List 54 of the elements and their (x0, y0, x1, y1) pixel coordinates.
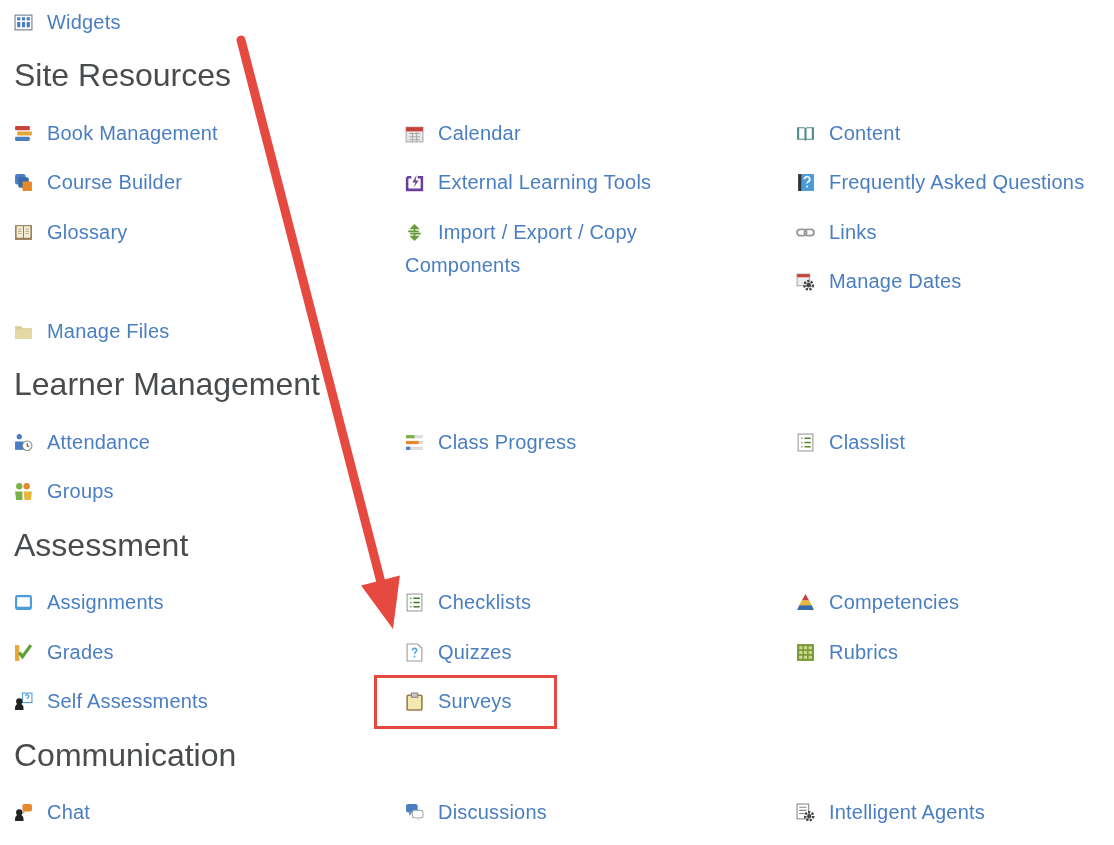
section-heading: Assessment (14, 525, 190, 565)
tool-link[interactable]: Links (796, 215, 877, 249)
tool-link[interactable]: Widgets (14, 5, 121, 39)
external-tool-icon (405, 173, 424, 192)
clipboard-icon (405, 692, 424, 711)
pyramid-icon (796, 593, 815, 612)
tool-link[interactable]: Calendar (405, 116, 521, 150)
person-clock-icon (14, 432, 33, 452)
monitor-icon (14, 593, 33, 612)
tool-link[interactable]: Course Builder (14, 166, 183, 199)
tool-link[interactable]: Classlist (796, 425, 906, 459)
grid-icon (796, 642, 815, 662)
tool-link[interactable]: Intelligent Agents (796, 796, 985, 829)
speech-bubbles-icon (405, 803, 424, 822)
tool-link[interactable]: Groups (14, 475, 114, 508)
tool-link[interactable]: Book Management (14, 116, 218, 150)
tool-link[interactable]: Rubrics (796, 635, 899, 669)
tool-link[interactable]: Self Assessments (14, 685, 209, 718)
section-heading: Learner Management (14, 365, 321, 404)
tool-link[interactable]: Glossary (14, 215, 128, 249)
tool-link[interactable]: Import / Export / Copy Components (405, 215, 740, 282)
stacked-squares-icon (14, 173, 33, 192)
books-icon (14, 123, 33, 143)
calendar-gear-icon (796, 272, 815, 291)
arrows-icon (405, 222, 424, 242)
gear-document-icon (796, 803, 815, 822)
section-heading: Communication (14, 735, 238, 775)
tool-link[interactable]: Manage Dates (796, 265, 962, 298)
tool-link[interactable]: Attendance (14, 425, 151, 459)
grid-icon (14, 12, 33, 32)
tool-link[interactable]: External Learning Tools (405, 166, 652, 199)
tool-link[interactable]: Grades (14, 635, 114, 669)
help-book-icon (796, 173, 815, 192)
progress-bars-icon (405, 432, 424, 452)
tool-link[interactable]: Content (796, 116, 901, 150)
tool-link[interactable]: Checklists (405, 586, 532, 619)
tool-link[interactable]: Discussions (405, 796, 547, 829)
list-icon (796, 432, 815, 452)
book-icon (14, 222, 33, 242)
tool-link[interactable]: Manage Files (14, 314, 170, 348)
tool-link[interactable]: Assignments (14, 586, 164, 619)
people-icon (14, 482, 33, 501)
tool-link[interactable]: Class Progress (405, 425, 577, 459)
checklist-icon (405, 593, 424, 612)
chat-person-icon (14, 803, 33, 822)
section-heading: Site Resources (14, 56, 232, 95)
person-question-icon (14, 692, 33, 711)
tool-link[interactable]: Chat (14, 796, 91, 829)
question-page-icon (405, 642, 424, 662)
tool-link[interactable]: Quizzes (405, 635, 512, 669)
tool-link[interactable]: Competencies (796, 586, 960, 619)
tool-link[interactable]: Frequently Asked Questions (796, 166, 1085, 199)
ruler-check-icon (14, 642, 33, 662)
tool-link[interactable]: Surveys (405, 685, 512, 718)
